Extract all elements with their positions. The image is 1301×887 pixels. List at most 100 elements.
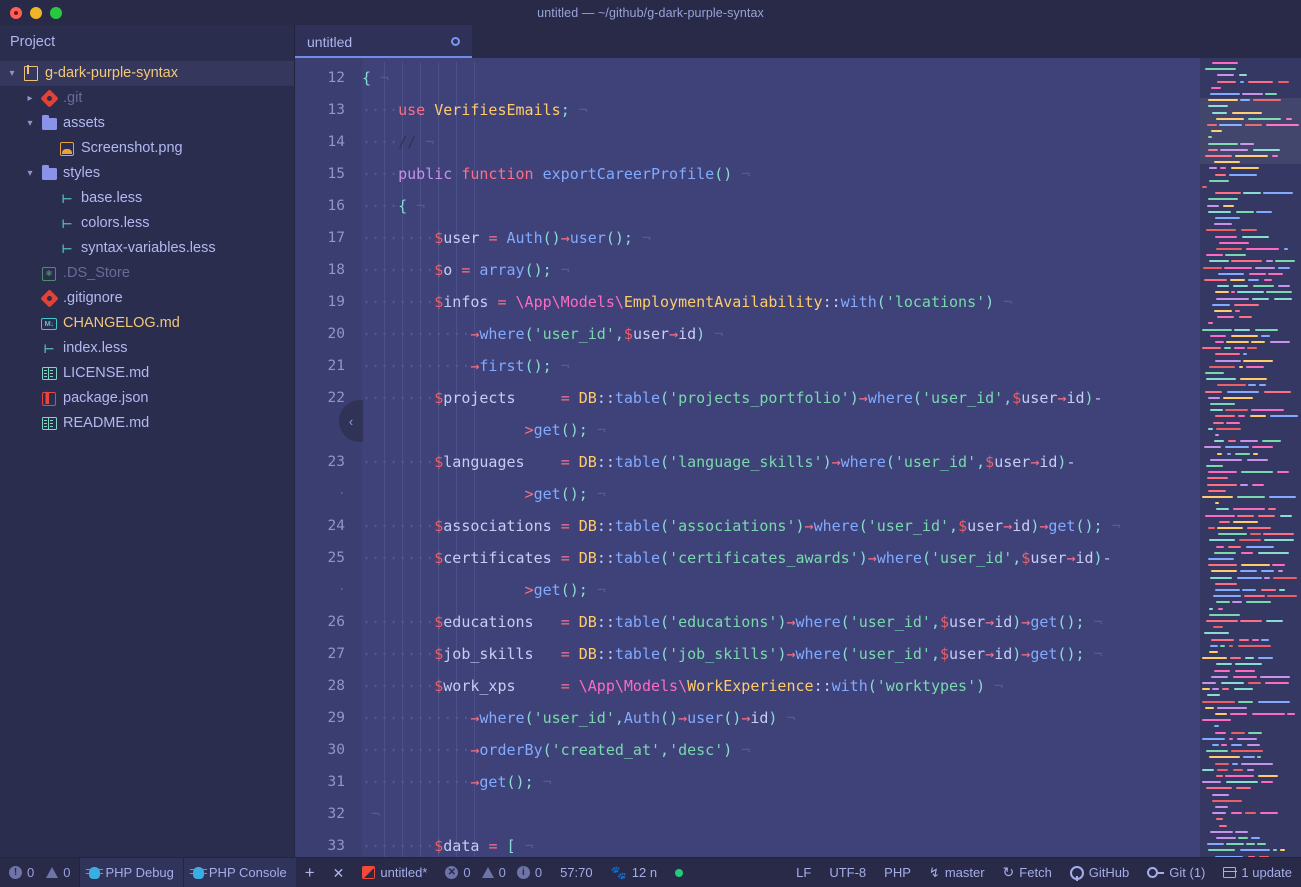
minimap-line — [1278, 266, 1290, 269]
minimap-line — [1215, 502, 1219, 505]
minimap-line — [1232, 111, 1262, 114]
minimap-line — [1267, 595, 1297, 598]
code-line[interactable]: ····// ¬ — [362, 126, 1200, 158]
cursor-position[interactable]: 57:70 — [551, 858, 602, 887]
tree-item-git[interactable]: .git — [0, 86, 294, 111]
php-debug-button[interactable]: PHP Debug — [80, 858, 183, 887]
tree-item-colors-less[interactable]: ⊢ colors.less — [0, 211, 294, 236]
code-line[interactable]: ············→first(); ¬ — [362, 350, 1200, 382]
minimap-line — [1247, 347, 1257, 350]
tree-item-package-json[interactable]: ▌ package.json — [0, 386, 294, 411]
chevron-down-icon[interactable] — [4, 69, 20, 79]
code-line[interactable]: { ¬ — [362, 62, 1200, 94]
tree-item-label: LICENSE.md — [63, 365, 150, 382]
tree-item-assets[interactable]: assets — [0, 111, 294, 136]
code-line[interactable]: ········$certificates = DB::table('certi… — [362, 542, 1200, 574]
file-indicator[interactable]: untitled* — [353, 858, 436, 887]
minimap-line — [1223, 204, 1234, 207]
fetch-button[interactable]: ↻ Fetch — [994, 858, 1061, 887]
minimap-line — [1241, 229, 1257, 232]
tree-item-base-less[interactable]: ⊢ base.less — [0, 186, 294, 211]
git-branch-indicator[interactable]: ↯ master — [920, 858, 994, 887]
code-line[interactable]: ········$infos = \App\Models\EmploymentA… — [362, 286, 1200, 318]
tree-item-ds-store[interactable]: ⚛ .DS_Store — [0, 261, 294, 286]
minimap-line — [1218, 272, 1244, 275]
code-content[interactable]: { ¬ ····use VerifiesEmails; ¬ ····// ¬ ····… — [362, 58, 1200, 857]
tree-item-index-less[interactable]: ⊢ index.less — [0, 336, 294, 361]
php-debug-label: PHP Debug — [105, 865, 174, 880]
code-line[interactable]: ········$educations = DB::table('educati… — [362, 606, 1200, 638]
minimap-line — [1210, 576, 1232, 579]
tab-modified-indicator-icon[interactable] — [451, 37, 460, 46]
diagnostics-indicator[interactable]: ✕ 0 0 i 0 — [436, 858, 551, 887]
code-line-wrapped[interactable]: >get(); ¬ — [362, 574, 1200, 606]
code-line[interactable]: ····use VerifiesEmails; ¬ — [362, 94, 1200, 126]
minimap-line — [1246, 365, 1264, 368]
tree-item-syntax-variables-less[interactable]: ⊢ syntax-variables.less — [0, 236, 294, 261]
line-ending-selector[interactable]: LF — [787, 858, 820, 887]
minimap-line — [1228, 545, 1241, 548]
chevron-down-icon[interactable] — [22, 119, 38, 129]
code-line[interactable]: ············→get(); ¬ — [362, 766, 1200, 798]
add-pane-button[interactable]: + — [296, 858, 324, 887]
minimap-line — [1208, 105, 1228, 108]
encoding-selector[interactable]: UTF-8 — [820, 858, 875, 887]
minimap-line — [1226, 843, 1244, 846]
code-line[interactable]: ········$user = Auth()→user(); ¬ — [362, 222, 1200, 254]
chevron-down-icon[interactable] — [22, 169, 38, 179]
error-count-indicator[interactable]: ! 0 0 — [0, 858, 79, 887]
sync-status-indicator[interactable] — [666, 858, 692, 887]
tree-item-styles[interactable]: styles — [0, 161, 294, 186]
minimap-line — [1235, 452, 1250, 455]
grammar-selector[interactable]: PHP — [875, 858, 920, 887]
minimap-line — [1259, 384, 1266, 387]
tab-untitled[interactable]: untitled — [295, 25, 472, 58]
tree-item-g-dark-purple-syntax[interactable]: g-dark-purple-syntax — [0, 61, 294, 86]
minimap-line — [1214, 725, 1219, 728]
code-line[interactable]: ¬ — [362, 798, 1200, 830]
code-line[interactable]: ············→orderBy('created_at','desc'… — [362, 734, 1200, 766]
minimap-line — [1209, 613, 1240, 616]
tab-bar[interactable]: untitled — [295, 25, 1301, 58]
tree-item-readme-md[interactable]: README.md — [0, 411, 294, 436]
minimap-line — [1219, 824, 1227, 827]
minimap-line — [1258, 657, 1273, 660]
code-line[interactable]: ········$data = [ ¬ — [362, 830, 1200, 857]
minimap-line — [1242, 235, 1269, 238]
updates-label: 1 update — [1241, 865, 1292, 880]
minimap-line — [1248, 731, 1262, 734]
code-line[interactable]: ········$projects = DB::table('projects_… — [362, 382, 1200, 414]
line-number: 17 — [327, 230, 345, 246]
code-line-wrapped[interactable]: >get(); ¬ — [362, 478, 1200, 510]
tree-item-screenshot-png[interactable]: Screenshot.png — [0, 136, 294, 161]
code-line[interactable]: ····{ ¬ — [362, 190, 1200, 222]
tree-item-license-md[interactable]: LICENSE.md — [0, 361, 294, 386]
package-count-indicator[interactable]: 🐾 12 n — [602, 858, 667, 887]
minimap[interactable] — [1200, 58, 1301, 857]
code-line[interactable]: ········$o = array(); ¬ — [362, 254, 1200, 286]
minimap-line — [1213, 626, 1223, 629]
github-button[interactable]: GitHub — [1061, 858, 1138, 887]
minimap-line — [1205, 155, 1232, 157]
chevron-right-icon[interactable] — [22, 94, 38, 104]
updates-button[interactable]: 1 update — [1214, 858, 1301, 887]
code-line[interactable]: ········$work_xps = \App\Models\WorkExpe… — [362, 670, 1200, 702]
line-number: 12 — [327, 70, 345, 86]
code-line[interactable]: ············→where('user_id',Auth()→user… — [362, 702, 1200, 734]
code-line[interactable]: ········$job_skills = DB::table('job_ski… — [362, 638, 1200, 670]
code-line[interactable]: ········$associations = DB::table('assoc… — [362, 510, 1200, 542]
minimap-line — [1216, 248, 1242, 250]
code-line[interactable]: ············→where('user_id',$user→id) ¬ — [362, 318, 1200, 350]
tree-item-gitignore[interactable]: .gitignore — [0, 286, 294, 311]
tree-item-changelog-md[interactable]: M↓ CHANGELOG.md — [0, 311, 294, 336]
code-line[interactable]: ········$languages = DB::table('language… — [362, 446, 1200, 478]
php-console-button[interactable]: PHP Console — [183, 858, 296, 887]
ds-store-icon: ⚛ — [38, 266, 60, 281]
git-button[interactable]: Git (1) — [1138, 858, 1214, 887]
code-line-wrapped[interactable]: >get(); ¬ — [362, 414, 1200, 446]
line-number: 28 — [327, 678, 345, 694]
code-line[interactable]: ····public function exportCareerProfile(… — [362, 158, 1200, 190]
close-pane-button[interactable]: ✕ — [324, 858, 354, 887]
minimap-line — [1218, 533, 1247, 536]
file-tree[interactable]: g-dark-purple-syntax .git assets Screenshot… — [0, 58, 294, 436]
